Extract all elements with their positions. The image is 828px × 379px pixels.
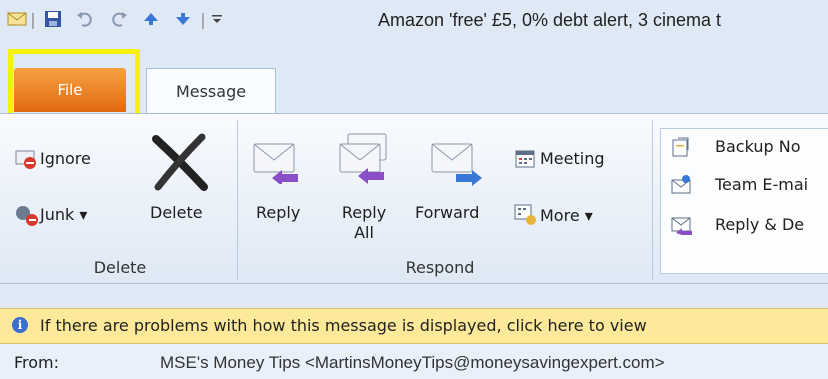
up-arrow-icon[interactable] — [140, 8, 162, 30]
tab-message[interactable]: Message — [146, 68, 276, 114]
junk-button[interactable]: Junk ▾ — [40, 205, 87, 224]
info-bar-text[interactable]: If there are problems with how this mess… — [40, 316, 647, 335]
from-label: From: — [14, 353, 60, 372]
more-icon — [514, 204, 538, 230]
reply-all-icon — [336, 132, 392, 188]
delete-button[interactable]: Delete — [150, 203, 203, 222]
ignore-button[interactable]: Ignore — [40, 149, 91, 168]
forward-button[interactable]: Forward — [415, 203, 479, 222]
separator: | — [200, 9, 206, 29]
delete-x-icon — [150, 133, 210, 195]
delete-group-label: Delete — [93, 258, 147, 277]
window-title: Amazon 'free' £5, 0% debt alert, 3 cinem… — [378, 10, 722, 30]
title-bar: | | Amazon 'free' £5, 0% debt alert, 3 c… — [0, 0, 828, 44]
save-icon[interactable] — [42, 8, 64, 30]
more-button[interactable]: More ▾ — [540, 206, 593, 225]
down-arrow-icon[interactable] — [172, 8, 194, 30]
group-divider — [652, 120, 653, 280]
meeting-button[interactable]: Meeting — [540, 149, 605, 168]
reply-button[interactable]: Reply — [256, 203, 300, 222]
reply-icon — [250, 140, 302, 188]
reply-all-button[interactable]: Reply All — [340, 203, 388, 243]
backup-icon — [670, 137, 692, 163]
backup-quick-step[interactable]: Backup No — [715, 137, 801, 156]
undo-icon[interactable] — [74, 8, 96, 30]
forward-icon — [428, 140, 484, 190]
group-divider — [237, 120, 238, 280]
separator: | — [30, 9, 36, 29]
ignore-icon — [14, 148, 38, 174]
reply-delete-quick-step[interactable]: Reply & De — [715, 215, 804, 234]
redo-icon[interactable] — [108, 8, 130, 30]
junk-icon — [14, 203, 40, 231]
from-value[interactable]: MSE's Money Tips <MartinsMoneyTips@money… — [160, 353, 665, 373]
customize-icon[interactable] — [208, 8, 226, 30]
respond-group-label: Respond — [405, 258, 475, 277]
envelope-icon — [6, 8, 28, 30]
team-email-icon — [670, 174, 692, 200]
team-email-quick-step[interactable]: Team E-mai — [715, 175, 808, 194]
meeting-icon — [514, 148, 536, 174]
reply-delete-icon — [670, 214, 694, 240]
info-icon: i — [12, 317, 28, 333]
